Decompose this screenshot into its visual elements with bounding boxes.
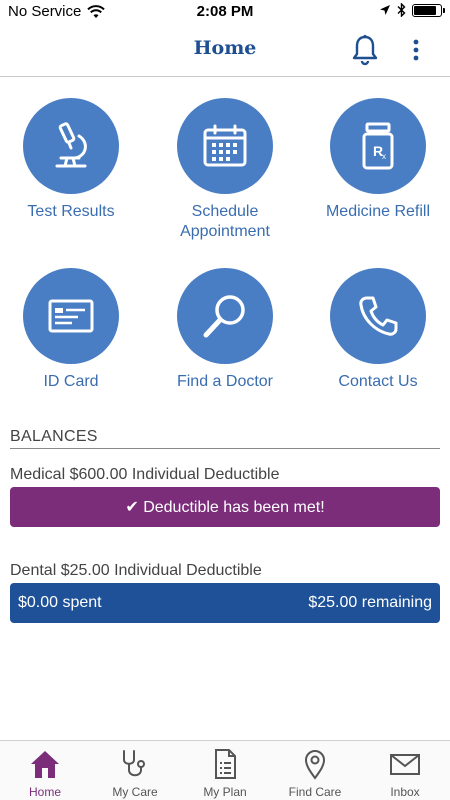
tab-my-care[interactable]: My Care: [90, 741, 180, 800]
medical-deductible-caption: Medical $600.00 Individual Deductible: [10, 466, 280, 483]
tile-label: Test Results: [27, 203, 115, 220]
tile-label: Contact Us: [338, 373, 418, 390]
battery-icon: [412, 3, 445, 17]
document-icon: [215, 749, 236, 779]
bluetooth-icon: [397, 3, 406, 17]
test-results-button[interactable]: Test Results: [0, 98, 146, 222]
tile-circle: [177, 268, 273, 364]
tab-home[interactable]: Home: [0, 741, 90, 800]
status-bar: No Service 2:08 PM: [0, 0, 450, 24]
calendar-icon: [203, 124, 247, 167]
tab-label: Inbox: [390, 785, 420, 799]
tile-circle: [23, 98, 119, 194]
status-right: [379, 3, 445, 17]
home-icon: [31, 751, 59, 778]
medicine-refill-button[interactable]: R x Medicine Refill: [303, 98, 450, 222]
tile-label: ID Card: [43, 373, 99, 390]
dental-remaining-text: $25.00 remaining: [308, 594, 432, 611]
tile-label: Schedule Appointment: [180, 203, 270, 240]
nav-bar: Home: [0, 24, 450, 77]
dental-deductible-caption: Dental $25.00 Individual Deductible: [10, 562, 262, 579]
tab-inbox[interactable]: Inbox: [360, 741, 450, 800]
find-a-doctor-button[interactable]: Find a Doctor: [150, 268, 300, 392]
deductible-met-text: ✔ Deductible has been met!: [125, 499, 325, 516]
contact-us-button[interactable]: Contact Us: [303, 268, 450, 392]
more-options-icon[interactable]: [404, 38, 428, 62]
page-title: Home: [193, 37, 257, 59]
stethoscope-icon: [123, 750, 145, 777]
tab-label: My Care: [112, 785, 158, 799]
tab-label: My Plan: [203, 785, 247, 799]
pill-bottle-icon: R x: [362, 122, 394, 170]
medical-deductible-bar[interactable]: ✔ Deductible has been met!: [10, 487, 440, 527]
map-pin-icon: [304, 750, 326, 780]
id-card-icon: [48, 299, 94, 333]
svg-text:x: x: [382, 152, 386, 161]
tile-label: Medicine Refill: [325, 203, 431, 220]
id-card-button[interactable]: ID Card: [0, 268, 146, 392]
schedule-appointment-button[interactable]: Schedule Appointment: [150, 98, 300, 242]
balances-heading: BALANCES: [10, 428, 440, 449]
tab-label: Find Care: [288, 785, 342, 799]
location-arrow-icon: [380, 5, 390, 15]
dental-deductible-bar[interactable]: $0.00 spent $25.00 remaining: [10, 583, 440, 623]
microscope-icon: [55, 122, 87, 168]
bell-icon[interactable]: [351, 34, 379, 66]
envelope-icon: [390, 754, 420, 775]
tile-circle: R x: [330, 98, 426, 194]
tile-label: Find a Doctor: [176, 373, 274, 390]
dental-spent-text: $0.00 spent: [18, 594, 102, 611]
tile-circle: [23, 268, 119, 364]
tab-my-plan[interactable]: My Plan: [180, 741, 270, 800]
tab-find-care[interactable]: Find Care: [270, 741, 360, 800]
tile-circle: [177, 98, 273, 194]
tile-circle: [330, 268, 426, 364]
tab-label: Home: [28, 785, 61, 799]
tab-bar: Home My Care My Plan Find Care Inbox: [0, 740, 450, 800]
phone-icon: [359, 296, 398, 336]
magnifier-icon: [203, 295, 245, 338]
